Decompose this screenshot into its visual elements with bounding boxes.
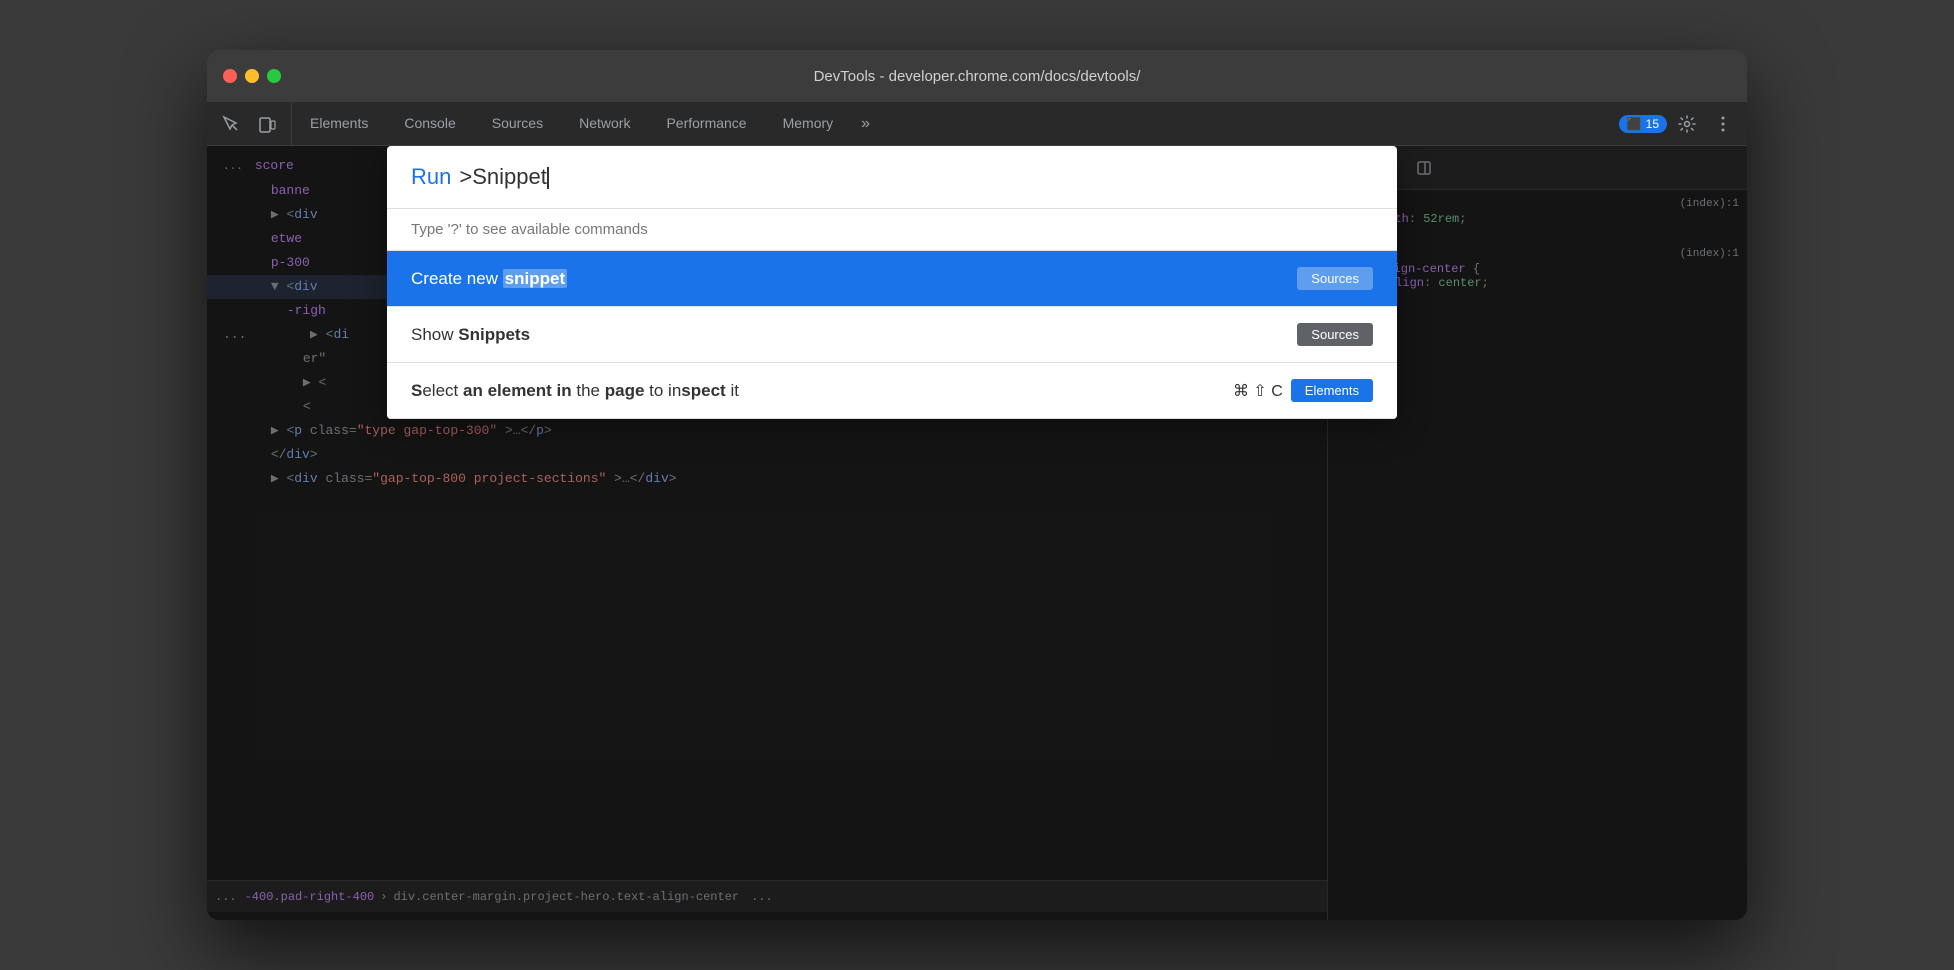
- command-item-show-snippets[interactable]: Show Snippets Sources: [387, 307, 1397, 363]
- tab-console[interactable]: Console: [386, 102, 473, 145]
- main-tabs: Elements Console Sources Network Perform…: [292, 102, 1611, 145]
- tab-network[interactable]: Network: [561, 102, 648, 145]
- command-cursor: [547, 167, 549, 189]
- show-snippets-label: Show Snippets: [411, 325, 530, 345]
- minimize-button[interactable]: [245, 69, 259, 83]
- tab-memory[interactable]: Memory: [765, 102, 852, 145]
- settings-button[interactable]: [1671, 108, 1703, 140]
- select-element-shortcut: ⌘ ⇧ C Elements: [1233, 379, 1373, 402]
- create-snippet-tag: Sources: [1297, 267, 1373, 290]
- more-tabs-button[interactable]: »: [851, 102, 880, 145]
- toolbar-left-icons: [207, 102, 292, 145]
- issues-icon: ⬛: [1627, 117, 1642, 131]
- maximize-button[interactable]: [267, 69, 281, 83]
- command-menu: Run >Snippet Type '?' to see available c…: [387, 146, 1397, 419]
- close-button[interactable]: [223, 69, 237, 83]
- command-menu-overlay[interactable]: Run >Snippet Type '?' to see available c…: [207, 146, 1747, 920]
- create-snippet-label: Create new snippet: [411, 269, 567, 289]
- select-element-label: Select an element in the page to inspect…: [411, 381, 739, 401]
- issues-badge[interactable]: ⬛ 15: [1619, 115, 1667, 133]
- command-run-label: Run: [411, 164, 451, 190]
- tab-sources[interactable]: Sources: [474, 102, 561, 145]
- command-input-row: Run >Snippet: [387, 146, 1397, 209]
- shortcut-text: ⌘ ⇧ C: [1233, 381, 1283, 401]
- command-input-text: >Snippet: [459, 164, 548, 190]
- traffic-lights: [223, 69, 281, 83]
- toolbar-right: ⬛ 15: [1611, 102, 1747, 145]
- devtools-window: DevTools - developer.chrome.com/docs/dev…: [207, 50, 1747, 920]
- inspect-tool-button[interactable]: [215, 108, 247, 140]
- tab-elements[interactable]: Elements: [292, 102, 386, 145]
- show-snippets-tag: Sources: [1297, 323, 1373, 346]
- device-toolbar-button[interactable]: [251, 108, 283, 140]
- select-element-tag: Elements: [1291, 379, 1373, 402]
- more-options-button[interactable]: [1707, 108, 1739, 140]
- command-item-select-element[interactable]: Select an element in the page to inspect…: [387, 363, 1397, 419]
- window-title: DevTools - developer.chrome.com/docs/dev…: [814, 68, 1141, 85]
- tab-performance[interactable]: Performance: [648, 102, 764, 145]
- command-hint: Type '?' to see available commands: [387, 209, 1397, 251]
- devtools-toolbar: Elements Console Sources Network Perform…: [207, 102, 1747, 146]
- title-bar: DevTools - developer.chrome.com/docs/dev…: [207, 50, 1747, 102]
- main-content: ... score banne ▶ <div etwe p-300 ▼ <: [207, 146, 1747, 920]
- command-item-create-snippet[interactable]: Create new snippet Sources: [387, 251, 1397, 307]
